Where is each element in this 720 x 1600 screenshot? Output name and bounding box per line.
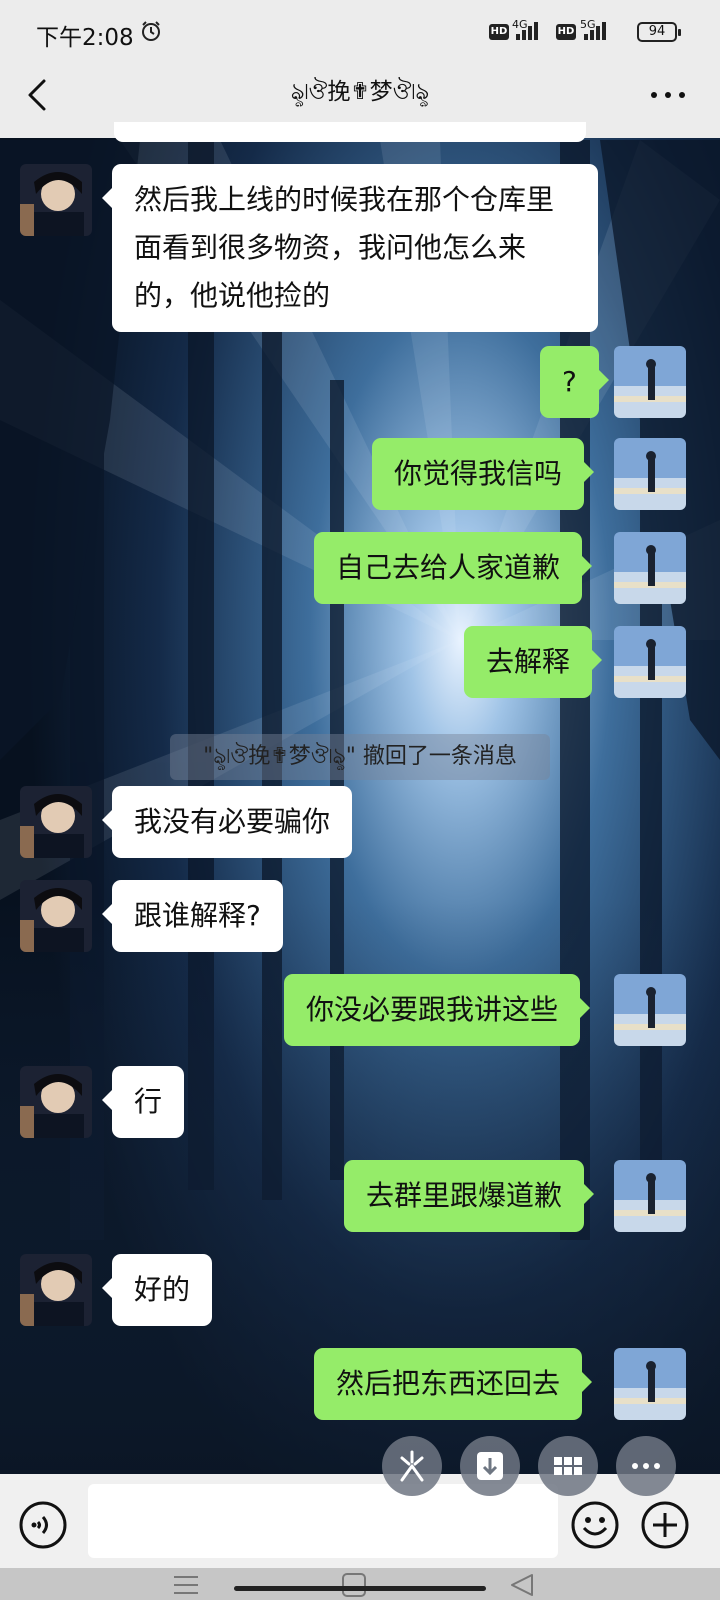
avatar-self[interactable] — [614, 974, 686, 1046]
home-indicator[interactable] — [234, 1586, 486, 1591]
signal-icon — [584, 22, 606, 40]
hd-badge: HD — [489, 24, 509, 40]
grid-button[interactable] — [538, 1436, 598, 1496]
home-square-icon[interactable] — [340, 1572, 368, 1598]
status-time: 下午2:08 — [36, 25, 134, 51]
input-panel — [0, 1474, 720, 1600]
message-bubble-outgoing[interactable]: 然后把东西还回去 — [314, 1348, 593, 1420]
avatar-self[interactable] — [614, 1160, 686, 1232]
alarm-icon — [142, 21, 160, 41]
slash-tool-icon — [400, 1450, 424, 1482]
message-bubble-outgoing[interactable]: 自己去给人家道歉 — [314, 532, 593, 604]
system-nav-bar — [0, 1568, 720, 1600]
plus-icon[interactable] — [640, 1500, 690, 1550]
avatar-self[interactable] — [614, 626, 686, 698]
more-dots-icon — [632, 1463, 660, 1469]
message-bubble-incoming[interactable]: 我没有必要骗你 — [101, 786, 353, 858]
avatar-self[interactable] — [614, 532, 686, 604]
message-bubble-outgoing[interactable]: 去群里跟爆道歉 — [344, 1160, 595, 1232]
message-bubble-outgoing[interactable]: 你觉得我信吗 — [372, 438, 595, 510]
message-bubble-outgoing[interactable]: 你没必要跟我讲这些 — [284, 974, 591, 1046]
download-button[interactable] — [460, 1436, 520, 1496]
download-icon — [477, 1452, 503, 1480]
more-dots-icon[interactable] — [648, 80, 688, 110]
voice-icon[interactable] — [18, 1500, 68, 1550]
avatar[interactable] — [20, 1254, 92, 1326]
message-bubble-outgoing[interactable]: ? — [540, 346, 609, 418]
avatar-self[interactable] — [614, 346, 686, 418]
avatar[interactable] — [20, 164, 92, 236]
signal-icon — [516, 22, 538, 40]
avatar[interactable] — [20, 1066, 92, 1138]
emoji-icon[interactable] — [570, 1500, 620, 1550]
recall-notice: "ৡ৷ঔ挽✟梦ঔ৷ৡ" 撤回了一条消息 — [170, 734, 550, 780]
message-bubble-incoming[interactable]: 行 — [101, 1066, 185, 1138]
avatar[interactable] — [20, 880, 92, 952]
chat-title: ৡ৷ঔ挽✟梦ঔ৷ৡ — [290, 79, 430, 105]
avatar-self[interactable] — [614, 438, 686, 510]
chevron-left-icon[interactable] — [24, 78, 54, 112]
message-bubble-incoming[interactable]: 好的 — [101, 1254, 213, 1326]
avatar-self[interactable] — [614, 1348, 686, 1420]
top-bar: 下午2:08 HD 4G HD 5G 94 ৡ৷ঔ挽✟梦ঔ৷ৡ — [0, 0, 720, 138]
grid-icon — [554, 1457, 582, 1475]
slash-tool-button[interactable] — [382, 1436, 442, 1496]
message-bubble-incoming[interactable]: 跟谁解释? — [102, 880, 283, 952]
battery-indicator: 94 — [637, 22, 681, 42]
message-bubble-incoming[interactable]: 然后我上线的时候我在那个仓库里面看到很多物资，我问他怎么来的，他说他捡的 — [102, 164, 598, 332]
message-bubble-partial — [114, 122, 586, 142]
message-bubble-outgoing[interactable]: 去解释 — [464, 626, 603, 698]
back-triangle-icon[interactable] — [508, 1572, 536, 1598]
avatar[interactable] — [20, 786, 92, 858]
hd-badge: HD — [556, 24, 576, 40]
more-actions-button[interactable] — [616, 1436, 676, 1496]
menu-icon[interactable] — [172, 1572, 200, 1598]
